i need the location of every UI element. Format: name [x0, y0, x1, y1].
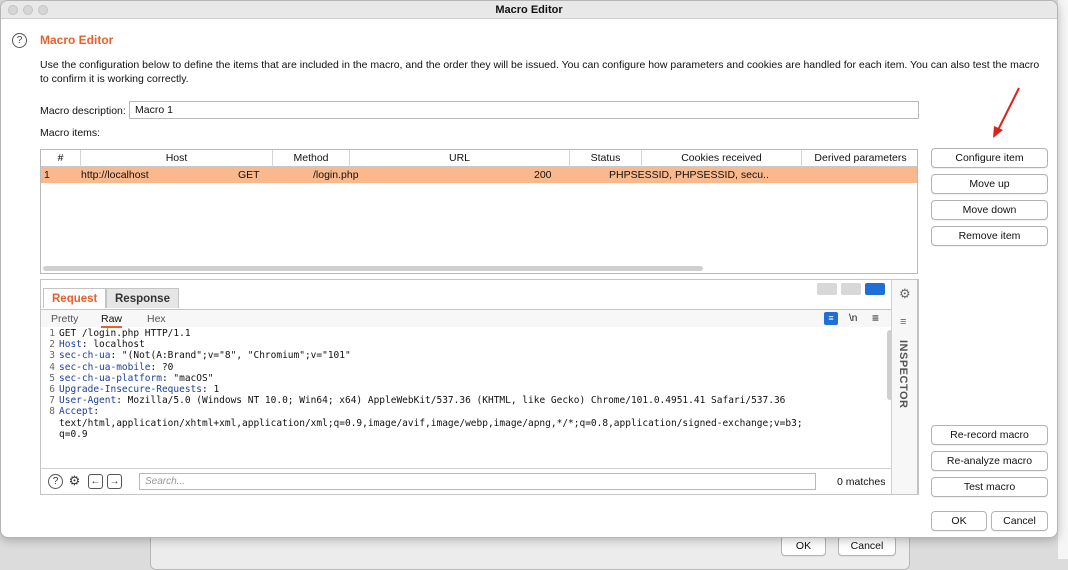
editor-subtabs: Pretty Raw Hex ≡ \n ≡ [41, 309, 918, 328]
column-header-url[interactable]: URL [350, 150, 570, 167]
red-arrow-annotation [993, 87, 1020, 138]
code-line: 8 Accept: [49, 406, 100, 418]
inspector-filter-icon[interactable]: ≡ [900, 316, 906, 328]
column-header-method[interactable]: Method [273, 150, 350, 167]
search-settings-gear-icon[interactable]: ⚙ [67, 474, 82, 489]
inspector-settings-gear-icon[interactable]: ⚙ [899, 286, 911, 302]
inspector-sidebar[interactable]: ⚙ ≡ INSPECTOR [891, 279, 918, 495]
inspector-label: INSPECTOR [897, 340, 909, 409]
ok-button[interactable]: OK [931, 511, 987, 531]
single-view-icon[interactable] [865, 283, 885, 295]
configure-item-button[interactable]: Configure item [931, 148, 1048, 168]
code-line: text/html,application/xhtml+xml,applicat… [59, 417, 803, 429]
code-line: 2 Host: localhost [49, 339, 145, 351]
request-code-view[interactable]: 1 GET /login.php HTTP/1.1 2 Host: localhos… [41, 328, 886, 463]
help-icon[interactable]: ? [12, 33, 27, 48]
cell-derived [802, 167, 912, 183]
table-header: # Host Method URL Status Cookies receive… [41, 150, 917, 167]
window-title: Macro Editor [495, 4, 563, 16]
split-horizontal-view-icon[interactable] [817, 283, 837, 295]
tab-request[interactable]: Request [43, 288, 107, 308]
background-cancel-button[interactable]: Cancel [838, 536, 896, 556]
subtab-hex[interactable]: Hex [147, 313, 166, 325]
search-help-icon[interactable]: ? [48, 474, 63, 489]
table-row[interactable]: 1 http://localhost GET /login.php 200 PH… [41, 167, 917, 183]
cancel-button[interactable]: Cancel [991, 511, 1048, 531]
minimize-window-icon[interactable] [23, 5, 33, 15]
column-header-host[interactable]: Host [81, 150, 273, 167]
zoom-window-icon[interactable] [38, 5, 48, 15]
macro-items-label: Macro items: [40, 127, 101, 139]
message-editor-panel: Request Response Pretty Raw Hex ≡ \n ≡ 1… [40, 279, 919, 495]
cell-number: 1 [44, 169, 50, 181]
next-match-arrow-icon[interactable]: → [107, 474, 122, 489]
background-ok-button[interactable]: OK [781, 536, 826, 556]
description-text: Use the configuration below to define th… [40, 59, 1040, 85]
split-vertical-view-icon[interactable] [841, 283, 861, 295]
tab-response[interactable]: Response [106, 288, 179, 308]
code-line: 3 sec-ch-ua: "(Not(A:Brand";v="8", "Chrom… [49, 350, 351, 362]
code-line: q=0.9 [59, 428, 88, 440]
previous-match-arrow-icon[interactable]: ← [88, 474, 103, 489]
re-analyze-macro-button[interactable]: Re-analyze macro [931, 451, 1048, 471]
column-header-derived[interactable]: Derived parameters [802, 150, 919, 167]
cell-url: /login.php [313, 169, 359, 181]
cell-method: GET [238, 169, 260, 181]
macro-description-input[interactable]: Macro 1 [129, 101, 919, 119]
column-header-number[interactable]: # [41, 150, 81, 167]
code-line: 5 sec-ch-ua-platform: "macOS" [49, 372, 214, 384]
macro-items-table: # Host Method URL Status Cookies receive… [40, 149, 918, 274]
search-bar: ? ⚙ ← → Search... 0 matches [41, 468, 893, 494]
move-up-button[interactable]: Move up [931, 174, 1048, 194]
move-down-button[interactable]: Move down [931, 200, 1048, 220]
search-match-count: 0 matches [837, 476, 886, 488]
background-edge [1058, 0, 1068, 559]
subtab-raw[interactable]: Raw [101, 313, 123, 328]
editor-tabs: Request Response [41, 280, 918, 308]
code-line: 6 Upgrade-Insecure-Requests: 1 [49, 384, 220, 396]
cell-cookies: PHPSESSID, PHPSESSID, secu... [609, 169, 769, 181]
word-wrap-icon[interactable]: ≡ [824, 312, 838, 325]
close-window-icon[interactable] [8, 5, 18, 15]
cell-status: 200 [534, 169, 552, 181]
code-line: 4 sec-ch-ua-mobile: ?0 [49, 361, 174, 373]
column-header-status[interactable]: Status [570, 150, 642, 167]
newline-toggle[interactable]: \n [849, 313, 857, 324]
test-macro-button[interactable]: Test macro [931, 477, 1048, 497]
re-record-macro-button[interactable]: Re-record macro [931, 425, 1048, 445]
column-header-cookies[interactable]: Cookies received [642, 150, 802, 167]
subtab-pretty[interactable]: Pretty [51, 313, 78, 325]
title-bar: Macro Editor [1, 1, 1057, 19]
table-horizontal-scrollbar[interactable] [43, 266, 703, 271]
remove-item-button[interactable]: Remove item [931, 226, 1048, 246]
macro-description-label: Macro description: [40, 105, 126, 117]
macro-editor-window: Macro Editor ? Macro Editor Use the conf… [0, 0, 1058, 538]
code-line: 1 GET /login.php HTTP/1.1 [49, 328, 191, 339]
search-input[interactable]: Search... [139, 473, 816, 490]
menu-icon[interactable]: ≡ [872, 311, 879, 325]
code-line: 7 User-Agent: Mozilla/5.0 (Windows NT 10.… [49, 395, 786, 407]
page-title: Macro Editor [40, 33, 114, 47]
